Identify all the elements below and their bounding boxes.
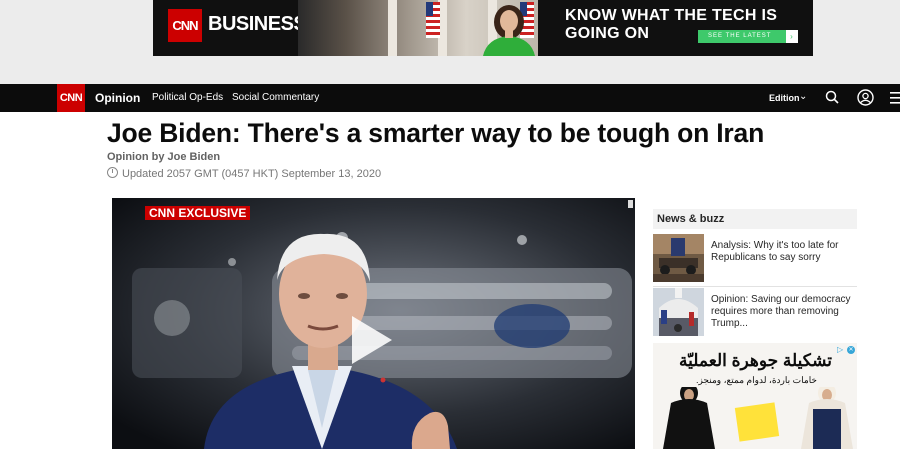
top-nav: CNN Opinion Political Op-Eds Social Comm…: [0, 84, 900, 112]
ad-info-icon[interactable]: ▷: [837, 346, 845, 354]
story-thumbnail: [653, 234, 704, 282]
news-and-buzz-module: News & buzz Analysis: Why it's too late …: [653, 209, 857, 336]
article-byline[interactable]: Opinion by Joe Biden: [107, 151, 220, 163]
video-exclusive-badge: CNN EXCLUSIVE: [145, 206, 251, 220]
ad-presenter-image: [483, 5, 535, 56]
video-corner-marker: [628, 200, 633, 208]
article-headline: Joe Biden: There's a smarter way to be t…: [107, 118, 765, 148]
sidebar-ad[interactable]: ▷ ✕ تشكيلة جوهرة العمليّة خامات باردة، ل…: [653, 343, 857, 449]
chevron-down-icon: ⌄: [799, 91, 808, 102]
ad-cnn-logo: CNN: [168, 9, 202, 42]
ad-models-image: [663, 387, 853, 449]
chevron-right-icon: ›: [786, 30, 798, 43]
ad-headline: تشكيلة جوهرة العمليّة: [679, 351, 832, 370]
sidebar-header: News & buzz: [653, 209, 857, 229]
video-player[interactable]: CNN EXCLUSIVE: [112, 198, 635, 449]
user-icon[interactable]: [857, 89, 874, 106]
clock-icon: [107, 167, 118, 178]
ad-subline: خامات باردة، لدوام ممتع، ومنجز.: [695, 375, 817, 385]
sidebar-story[interactable]: Analysis: Why it's too late for Republic…: [653, 234, 857, 287]
menu-icon[interactable]: [890, 91, 900, 105]
ad-cta-button[interactable]: SEE THE LATEST ›: [698, 30, 798, 43]
ad-photo: [298, 0, 538, 56]
close-icon[interactable]: ✕: [847, 346, 855, 354]
cnn-logo[interactable]: CNN: [57, 84, 85, 112]
nav-link-social-commentary[interactable]: Social Commentary: [232, 92, 319, 103]
story-title[interactable]: Analysis: Why it's too late for Republic…: [711, 240, 857, 264]
timestamp-text: Updated 2057 GMT (0457 HKT) September 13…: [122, 168, 382, 180]
top-ad-banner[interactable]: CNN BUSINESS KNOW WHAT THE TECH IS GOING…: [153, 0, 813, 56]
play-icon[interactable]: [352, 316, 392, 364]
search-icon[interactable]: [825, 90, 839, 104]
article-timestamp: Updated 2057 GMT (0457 HKT) September 13…: [107, 167, 381, 180]
nav-section-opinion[interactable]: Opinion: [95, 91, 140, 105]
edition-selector[interactable]: Edition: [769, 93, 800, 103]
sidebar-story[interactable]: Opinion: Saving our democracy requires m…: [653, 288, 857, 338]
nav-link-political-op-eds[interactable]: Political Op-Eds: [152, 92, 223, 103]
story-thumbnail: [653, 288, 704, 336]
story-title[interactable]: Opinion: Saving our democracy requires m…: [711, 294, 857, 330]
ad-brand-name: BUSINESS: [208, 13, 307, 35]
story-divider: [653, 286, 857, 287]
ad-cta-label: SEE THE LATEST: [708, 33, 772, 39]
